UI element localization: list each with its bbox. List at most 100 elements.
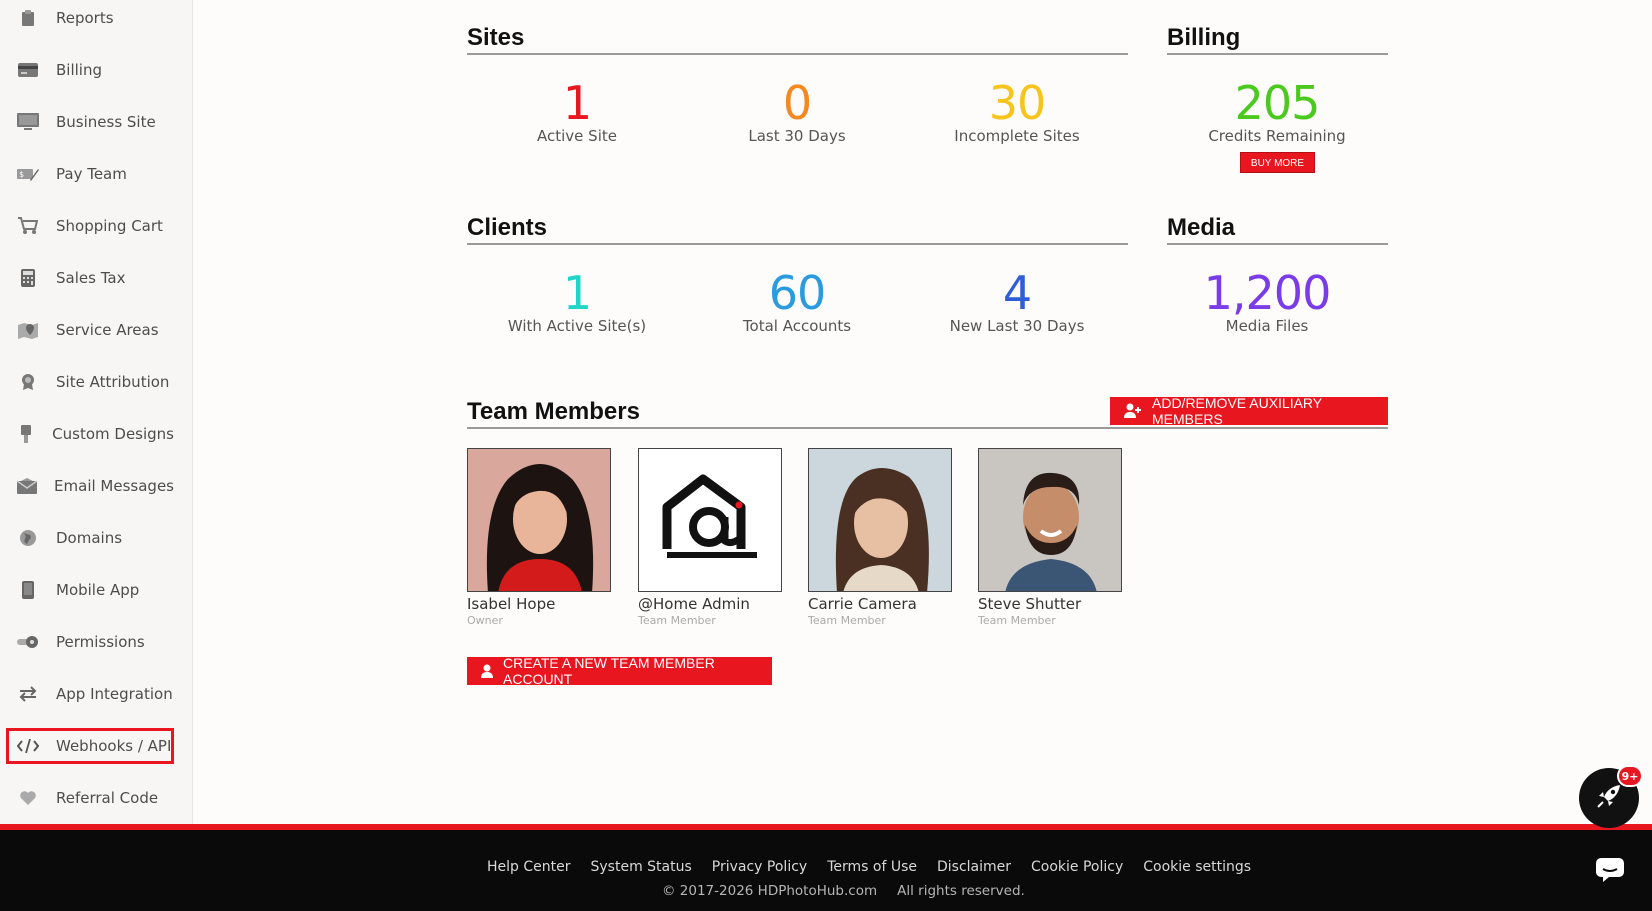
sidebar-item-label: Sales Tax bbox=[56, 269, 126, 287]
sidebar-item-service-areas[interactable]: Service Areas bbox=[6, 312, 174, 348]
member-role: Team Member bbox=[978, 614, 1056, 627]
stat-caption: Active Site bbox=[537, 127, 617, 145]
team-member-card[interactable]: Carrie Camera Team Member bbox=[808, 448, 954, 627]
notification-badge: 9+ bbox=[1617, 765, 1643, 787]
stat-new-last-30-days: 4 New Last 30 Days bbox=[917, 267, 1117, 335]
footer-link-terms-of-use[interactable]: Terms of Use bbox=[827, 859, 917, 875]
add-remove-auxiliary-members-button[interactable]: ADD/REMOVE AUXILIARY MEMBERS bbox=[1110, 395, 1388, 427]
stat-value: 60 bbox=[768, 266, 827, 320]
svg-text:$: $ bbox=[19, 170, 24, 179]
stat-caption: Media Files bbox=[1225, 317, 1309, 335]
sidebar-item-mobile-app[interactable]: Mobile App bbox=[6, 572, 174, 608]
stat-value: 30 bbox=[988, 76, 1047, 130]
member-photo bbox=[808, 448, 952, 592]
sidebar-item-label: Custom Designs bbox=[52, 425, 174, 443]
sidebar-item-shopping-cart[interactable]: Shopping Cart bbox=[6, 208, 174, 244]
add-user-icon bbox=[1124, 403, 1142, 419]
footer-links: Help Center System Status Privacy Policy… bbox=[487, 859, 1251, 875]
sidebar-item-permissions[interactable]: Permissions bbox=[6, 624, 174, 660]
footer-link-help-center[interactable]: Help Center bbox=[487, 859, 571, 875]
chat-icon bbox=[1595, 857, 1625, 887]
footer-link-privacy-policy[interactable]: Privacy Policy bbox=[712, 859, 807, 875]
sidebar-item-site-attribution[interactable]: Site Attribution bbox=[6, 364, 174, 400]
stat-total-accounts: 60 Total Accounts bbox=[697, 267, 897, 335]
user-icon bbox=[481, 664, 493, 678]
footer-link-cookie-settings[interactable]: Cookie settings bbox=[1143, 859, 1251, 875]
mobile-icon bbox=[17, 580, 39, 600]
copyright: © 2017-2026 HDPhotoHub.com All rights res… bbox=[662, 883, 1025, 899]
sidebar-item-reports[interactable]: Reports bbox=[6, 0, 174, 36]
copyright-text: © 2017-2026 HDPhotoHub.com bbox=[662, 883, 878, 899]
sidebar-item-label: Domains bbox=[56, 529, 123, 547]
stat-value: 0 bbox=[782, 76, 812, 130]
member-photo bbox=[638, 448, 782, 592]
button-label: CREATE A NEW TEAM MEMBER ACCOUNT bbox=[503, 655, 715, 687]
create-team-member-button[interactable]: CREATE A NEW TEAM MEMBER ACCOUNT bbox=[467, 655, 772, 687]
footer: Help Center System Status Privacy Policy… bbox=[0, 824, 1652, 911]
sidebar-item-label: Reports bbox=[56, 9, 114, 27]
award-icon bbox=[17, 372, 39, 392]
stat-with-active-sites: 1 With Active Site(s) bbox=[477, 267, 677, 335]
team-member-card[interactable]: @Home Admin Team Member bbox=[638, 448, 784, 627]
stat-caption: New Last 30 Days bbox=[949, 317, 1085, 335]
code-icon bbox=[17, 736, 39, 756]
chat-button[interactable] bbox=[1580, 848, 1640, 896]
sidebar-item-app-integration[interactable]: App Integration bbox=[6, 676, 174, 712]
sidebar-item-email-messages[interactable]: Email Messages bbox=[6, 468, 174, 504]
credit-card-icon bbox=[17, 60, 39, 80]
sidebar-item-webhooks-api[interactable]: Webhooks / API bbox=[6, 728, 174, 764]
sidebar-item-label: Billing bbox=[56, 61, 102, 79]
sidebar-item-label: Permissions bbox=[56, 633, 145, 651]
heart-icon bbox=[17, 788, 39, 808]
member-name: Steve Shutter bbox=[978, 595, 1082, 613]
member-photo bbox=[978, 448, 1122, 592]
stat-value: 1 bbox=[562, 76, 592, 130]
sidebar-item-pay-team[interactable]: $ Pay Team bbox=[6, 156, 174, 192]
sidebar-item-referral-code[interactable]: Referral Code bbox=[6, 780, 174, 816]
stat-caption: Credits Remaining bbox=[1208, 127, 1346, 145]
stat-value: 205 bbox=[1234, 76, 1321, 130]
stat-caption: Incomplete Sites bbox=[954, 127, 1080, 145]
sidebar-item-label: Service Areas bbox=[56, 321, 159, 339]
toggle-icon bbox=[17, 632, 39, 652]
sidebar-item-label: Site Attribution bbox=[56, 373, 170, 391]
sidebar-item-label: Shopping Cart bbox=[56, 217, 163, 235]
member-photo bbox=[467, 448, 611, 592]
sidebar-item-label: Business Site bbox=[56, 113, 156, 131]
envelope-icon bbox=[17, 476, 38, 496]
map-pin-icon bbox=[17, 320, 39, 340]
stat-caption: Total Accounts bbox=[742, 317, 852, 335]
sidebar-item-domains[interactable]: Domains bbox=[6, 520, 174, 556]
monitor-icon bbox=[17, 112, 39, 132]
button-label: ADD/REMOVE AUXILIARY MEMBERS bbox=[1152, 395, 1322, 427]
sidebar-item-billing[interactable]: Billing bbox=[6, 52, 174, 88]
stat-value: 1,200 bbox=[1203, 266, 1332, 320]
sidebar-item-custom-designs[interactable]: Custom Designs bbox=[6, 416, 174, 452]
member-name: @Home Admin bbox=[638, 595, 750, 613]
sidebar-item-label: App Integration bbox=[56, 685, 173, 703]
footer-link-system-status[interactable]: System Status bbox=[591, 859, 692, 875]
member-role: Team Member bbox=[808, 614, 886, 627]
footer-link-cookie-policy[interactable]: Cookie Policy bbox=[1031, 859, 1123, 875]
media-title: Media bbox=[1167, 214, 1388, 245]
member-name: Isabel Hope bbox=[467, 595, 556, 613]
stat-media-files: 1,200 Media Files bbox=[1167, 267, 1367, 335]
member-role: Owner bbox=[467, 614, 503, 627]
billing-title: Billing bbox=[1167, 24, 1388, 55]
pay-icon: $ bbox=[17, 164, 39, 184]
stat-incomplete-sites: 30 Incomplete Sites bbox=[917, 77, 1117, 145]
arrows-icon bbox=[17, 684, 39, 704]
footer-link-disclaimer[interactable]: Disclaimer bbox=[937, 859, 1011, 875]
calculator-icon bbox=[17, 268, 39, 288]
member-name: Carrie Camera bbox=[808, 595, 917, 613]
team-member-card[interactable]: Isabel Hope Owner bbox=[467, 448, 613, 627]
stat-caption: With Active Site(s) bbox=[507, 317, 647, 335]
sidebar-item-business-site[interactable]: Business Site bbox=[6, 104, 174, 140]
reports-icon bbox=[17, 8, 39, 28]
sidebar-item-label: Mobile App bbox=[56, 581, 140, 599]
buy-more-button[interactable]: BUY MORE bbox=[1240, 152, 1315, 173]
cart-icon bbox=[17, 216, 39, 236]
rights-text: All rights reserved. bbox=[897, 883, 1025, 899]
sidebar-item-sales-tax[interactable]: Sales Tax bbox=[6, 260, 174, 296]
team-member-card[interactable]: Steve Shutter Team Member bbox=[978, 448, 1124, 627]
